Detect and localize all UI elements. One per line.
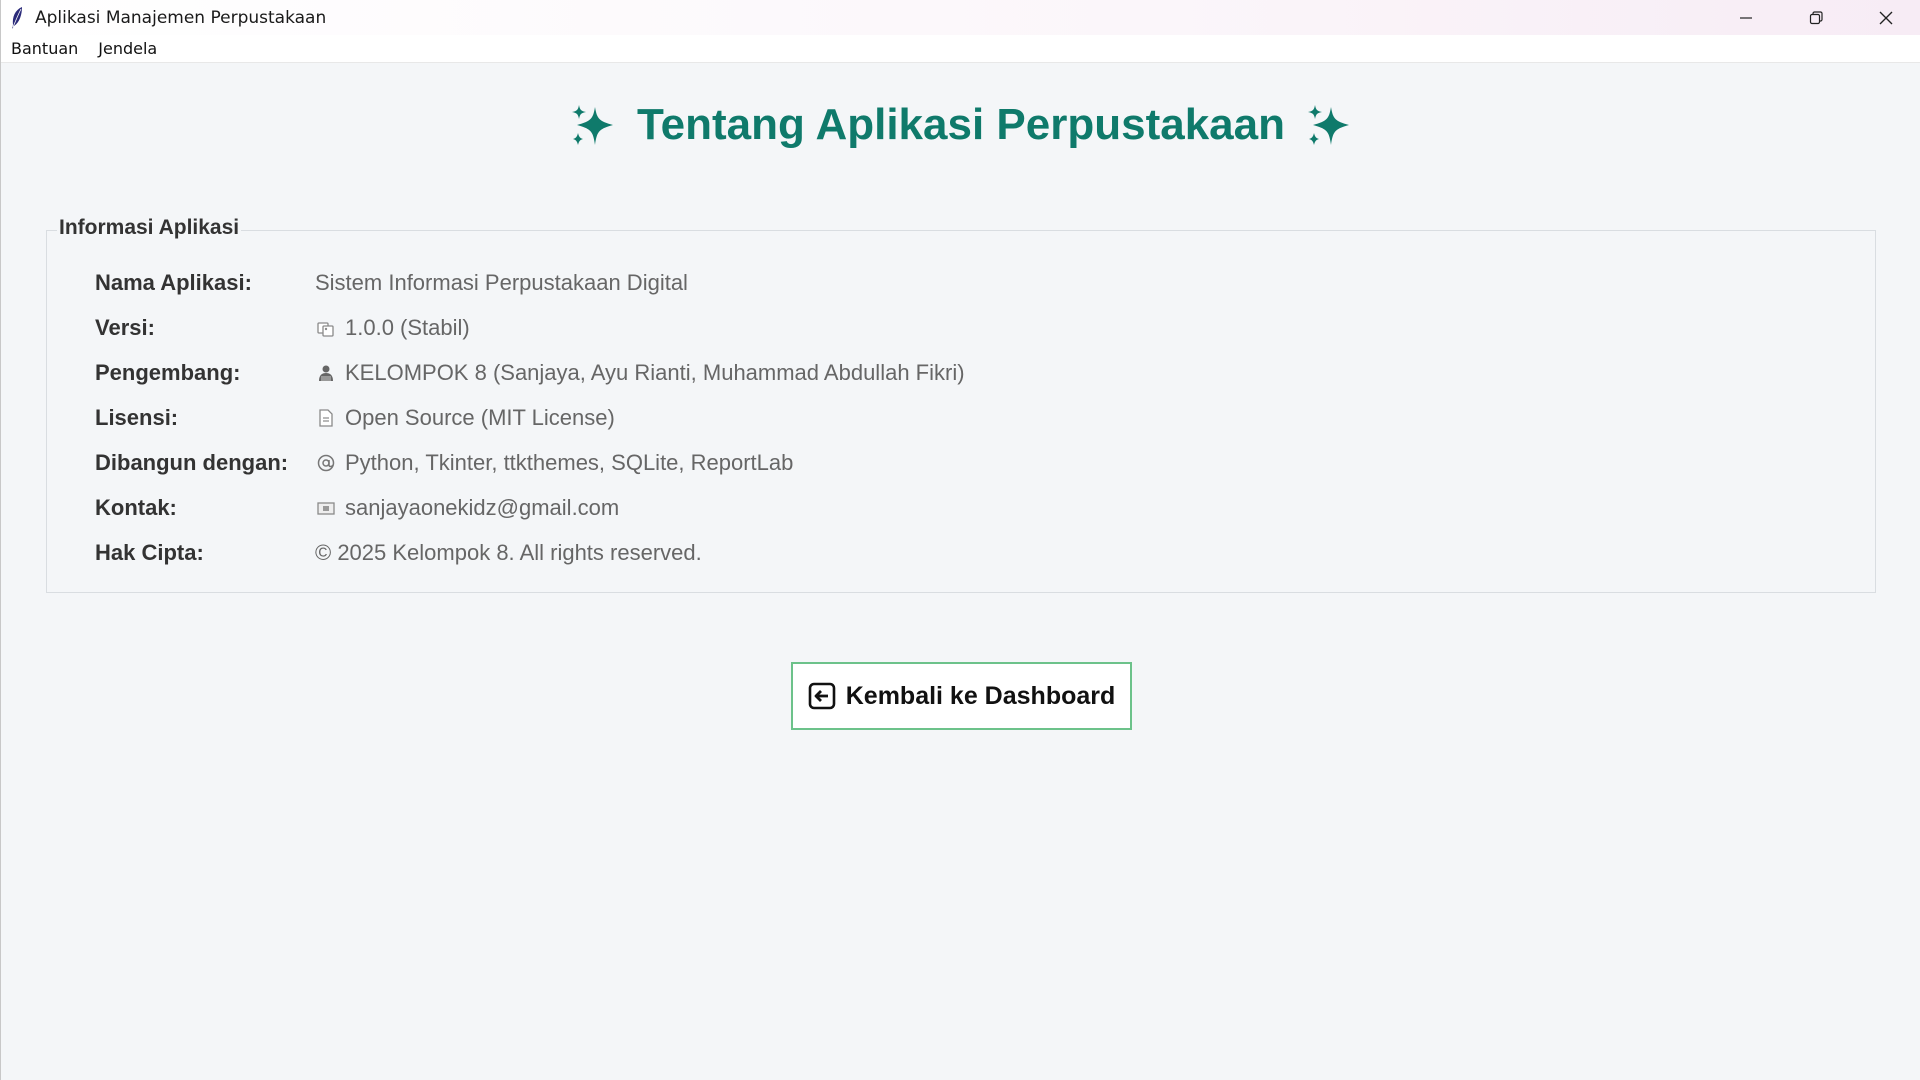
info-value-text: sanjayaonekidz@gmail.com [345,495,620,520]
minimize-icon [1740,16,1752,19]
info-value-text: © 2025 Kelompok 8. All rights reserved. [315,540,702,565]
info-label: Pengembang: [95,360,241,385]
page-title: Tentang Aplikasi Perpustakaan [637,100,1285,149]
close-button[interactable] [1851,0,1920,35]
info-value-text: Python, Tkinter, ttkthemes, SQLite, Repo… [345,450,794,475]
developer-icon [315,362,337,384]
info-value-text: KELOMPOK 8 (Sanjaya, Ayu Rianti, Muhamma… [345,360,965,385]
info-row-pengembang: Pengembang: KELOMPOK 8 (Sanjaya, Ayu Ria… [95,358,965,388]
info-row-hak-cipta: Hak Cipta: © 2025 Kelompok 8. All rights… [95,538,702,568]
title-bar: Aplikasi Manajemen Perpustakaan [1,0,1920,35]
sparkle-icon [569,101,617,149]
sparkle-icon [1305,101,1353,149]
info-row-lisensi: Lisensi: Open Source (MIT License) [95,403,615,433]
info-label: Nama Aplikasi: [95,270,252,295]
info-row-dibangun-dengan: Dibangun dengan: Python, Tkinter, ttkthe… [95,448,793,478]
info-label: Dibangun dengan: [95,450,289,475]
info-label: Versi: [95,315,155,340]
envelope-icon [315,497,337,519]
tags-icon [315,317,337,339]
info-row-nama-aplikasi: Nama Aplikasi: Sistem Informasi Perpusta… [95,268,688,298]
menu-jendela[interactable]: Jendela [88,35,167,62]
window-title: Aplikasi Manajemen Perpustakaan [35,7,327,28]
close-icon [1879,11,1893,24]
info-value: Sistem Informasi Perpustakaan Digital [315,270,688,296]
minimize-button[interactable] [1711,0,1781,35]
info-value: KELOMPOK 8 (Sanjaya, Ayu Rianti, Muhamma… [315,360,965,386]
back-to-dashboard-button[interactable]: Kembali ke Dashboard [791,662,1132,730]
back-arrow-icon [808,682,836,710]
info-label: Kontak: [95,495,177,520]
info-label: Lisensi: [95,405,179,430]
restore-icon [1809,10,1823,24]
info-value: 1.0.0 (Stabil) [315,315,470,341]
info-value-text: 1.0.0 (Stabil) [345,315,470,340]
at-sign-icon [315,452,337,474]
menu-bantuan[interactable]: Bantuan [1,35,88,62]
info-value: Open Source (MIT License) [315,405,615,431]
window-controls [1711,0,1920,35]
info-value: © 2025 Kelompok 8. All rights reserved. [315,540,702,566]
info-groupbox-title: Informasi Aplikasi [57,216,242,240]
info-row-versi: Versi: 1.0.0 (Stabil) [95,313,470,343]
restore-button[interactable] [1781,0,1851,35]
document-icon [315,407,337,429]
info-label: Hak Cipta: [95,540,204,565]
back-button-label: Kembali ke Dashboard [845,681,1116,710]
feather-icon [8,6,26,30]
page-heading: Tentang Aplikasi Perpustakaan [1,100,1920,150]
info-value-text: Open Source (MIT License) [345,405,615,430]
info-value-text: Sistem Informasi Perpustakaan Digital [315,270,688,295]
app-window: Aplikasi Manajemen Perpustakaan Bantuan … [0,0,1920,1080]
menu-bar: Bantuan Jendela [1,35,1920,63]
info-value: Python, Tkinter, ttkthemes, SQLite, Repo… [315,450,793,476]
info-value: sanjayaonekidz@gmail.com [315,495,619,521]
info-row-kontak: Kontak: sanjayaonekidz@gmail.com [95,493,619,523]
